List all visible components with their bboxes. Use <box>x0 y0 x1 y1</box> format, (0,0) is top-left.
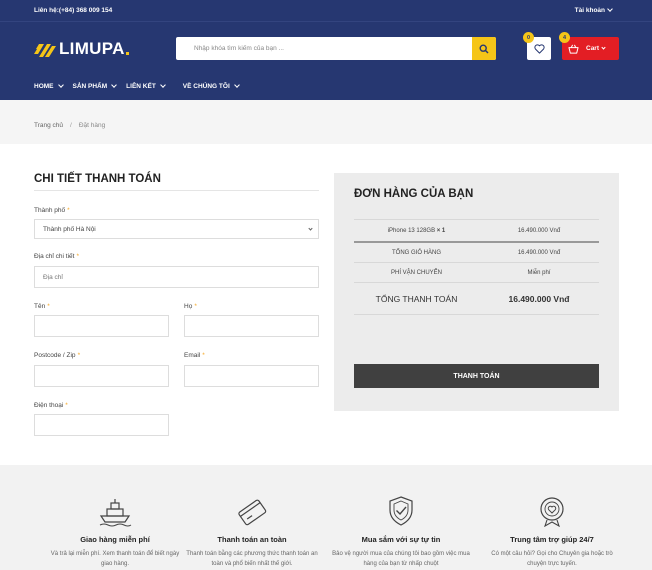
service-title: Thanh toán an toàn <box>217 535 287 544</box>
chevron-down-icon <box>233 81 240 88</box>
chevron-down-icon <box>111 81 118 88</box>
billing-divider <box>34 190 319 191</box>
city-selected-value: Thành phố Hà Nội <box>43 225 96 233</box>
order-title: ĐƠN HÀNG CỦA BẠN <box>354 188 474 200</box>
main-nav: HOME SẢN PHẨM LIÊN KẾT VỀ CHÚNG TÔI <box>34 81 249 90</box>
account-menu[interactable]: Tài khoản <box>574 6 613 14</box>
phone-input[interactable] <box>34 414 169 436</box>
postcode-input[interactable] <box>34 365 169 387</box>
site-header: Liên hệ:(+84) 368 009 154 Tài khoản LIMU… <box>0 0 652 100</box>
phone-label: Điện thoại * <box>34 402 68 409</box>
address-input[interactable] <box>34 266 319 288</box>
search-button[interactable] <box>472 37 496 60</box>
city-select[interactable]: Thành phố Hà Nội <box>34 219 319 239</box>
search-bar <box>176 37 496 60</box>
service-title: Mua sắm với sự tự tin <box>361 535 441 544</box>
breadcrumb-current: Đặt hàng <box>78 122 106 129</box>
shipping-label: PHÍ VẬN CHUYỂN <box>390 269 442 276</box>
wishlist-count-badge: 0 <box>523 32 534 43</box>
logo-stripes-icon <box>34 44 56 57</box>
pay-button[interactable]: THANH TOÁN <box>354 364 599 388</box>
service-desc: Bảo vệ người mua của chúng tôi bao gồm v… <box>332 551 470 567</box>
nav-item-label: LIÊN KẾT <box>126 83 156 90</box>
last-name-label: Họ * <box>184 303 197 310</box>
nav-item-label: SẢN PHẨM <box>72 83 108 90</box>
service-buyer-protection: Mua sắm với sự tự tin Bảo vệ người mua c… <box>326 495 476 569</box>
support-heart-icon <box>540 497 564 527</box>
order-total-row: TỔNG THANH TOÁN 16.490.000 Vnđ <box>354 283 599 315</box>
order-total-label: TỔNG THANH TOÁN <box>375 293 458 304</box>
service-desc: Có một câu hỏi? Gọi cho Chuyên gia hoặc … <box>491 551 613 567</box>
search-input[interactable] <box>176 37 472 60</box>
postcode-label: Postcode / Zip * <box>34 352 81 359</box>
nav-item-about[interactable]: VỀ CHÚNG TÔI <box>182 81 240 90</box>
cart-label: Cart <box>586 45 600 52</box>
service-title: Trung tâm trợ giúp 24/7 <box>510 535 594 544</box>
product-price: 16.490.000 Vnđ <box>517 227 561 234</box>
cart-subtotal-label: TỔNG GIỎ HÀNG <box>391 249 441 256</box>
shield-check-icon <box>389 496 413 526</box>
logo-text: LIMUPA <box>59 39 125 58</box>
cart-subtotal-row: TỔNG GIỎ HÀNG 16.490.000 Vnđ <box>354 243 599 263</box>
logo[interactable]: LIMUPA <box>34 38 129 60</box>
breadcrumb-bar: Trang chủ / Đặt hàng <box>0 100 652 144</box>
wishlist-button[interactable]: 0 <box>523 32 551 60</box>
cart-count-badge: 4 <box>559 32 570 43</box>
billing-title: CHI TIẾT THANH TOÁN <box>34 173 161 185</box>
email-label: Email * <box>184 352 205 359</box>
nav-item-home[interactable]: HOME <box>34 81 64 90</box>
product-name: iPhone 13 128GB × 1 <box>387 227 446 234</box>
order-item-row: iPhone 13 128GB × 1 16.490.000 Vnđ <box>354 219 599 243</box>
cart-subtotal-value: 16.490.000 Vnđ <box>517 249 561 256</box>
breadcrumb-home[interactable]: Trang chủ <box>34 122 63 129</box>
chevron-down-icon <box>601 45 606 50</box>
service-help-center: Trung tâm trợ giúp 24/7 Có một câu hỏi? … <box>477 495 627 569</box>
shipping-value: Miễn phí <box>527 269 551 276</box>
credit-card-icon <box>238 499 267 526</box>
first-name-input[interactable] <box>34 315 169 337</box>
nav-item-label: VỀ CHÚNG TÔI <box>182 83 230 90</box>
service-secure-payment: Thanh toán an toàn Thanh toán bằng các p… <box>177 495 327 569</box>
ship-icon <box>99 499 132 527</box>
order-table: iPhone 13 128GB × 1 16.490.000 Vnđ TỔNG … <box>354 219 599 315</box>
nav-item-label: HOME <box>34 83 54 90</box>
top-bar: Liên hệ:(+84) 368 009 154 Tài khoản <box>0 0 652 22</box>
account-label: Tài khoản <box>574 7 605 14</box>
order-summary: ĐƠN HÀNG CỦA BẠN iPhone 13 128GB × 1 16.… <box>334 173 619 411</box>
email-input[interactable] <box>184 365 319 387</box>
last-name-input[interactable] <box>184 315 319 337</box>
service-desc: Thanh toán bằng các phương thức thanh to… <box>186 551 318 567</box>
basket-icon <box>568 44 579 54</box>
service-desc: Và trả lại miễn phí. Xem thanh toán để b… <box>50 551 180 567</box>
search-icon <box>479 43 489 54</box>
heart-icon <box>533 43 545 54</box>
chevron-down-icon <box>308 226 313 231</box>
service-title: Giao hàng miễn phí <box>80 535 150 544</box>
chevron-down-icon <box>607 6 613 12</box>
shipping-row: PHÍ VẬN CHUYỂN Miễn phí <box>354 263 599 283</box>
order-total-value: 16.490.000 Vnđ <box>508 293 570 304</box>
first-name-label: Tên * <box>34 303 50 310</box>
chevron-down-icon <box>159 81 166 88</box>
cart-button[interactable]: 4 Cart <box>559 32 619 60</box>
services-section: Giao hàng miễn phí Và trả lại miễn phí. … <box>0 465 652 570</box>
breadcrumb-separator: / <box>70 122 72 129</box>
breadcrumb: Trang chủ / Đặt hàng <box>34 122 105 129</box>
address-label: Địa chỉ chi tiết * <box>34 253 79 260</box>
contact-phone[interactable]: Liên hệ:(+84) 368 009 154 <box>34 7 112 14</box>
chevron-down-icon <box>57 81 64 88</box>
nav-item-products[interactable]: SẢN PHẨM <box>72 81 118 90</box>
service-free-shipping: Giao hàng miễn phí Và trả lại miễn phí. … <box>40 495 190 569</box>
nav-item-links[interactable]: LIÊN KẾT <box>126 81 166 90</box>
logo-dot <box>125 51 129 55</box>
city-label: Thành phố * <box>34 207 70 214</box>
